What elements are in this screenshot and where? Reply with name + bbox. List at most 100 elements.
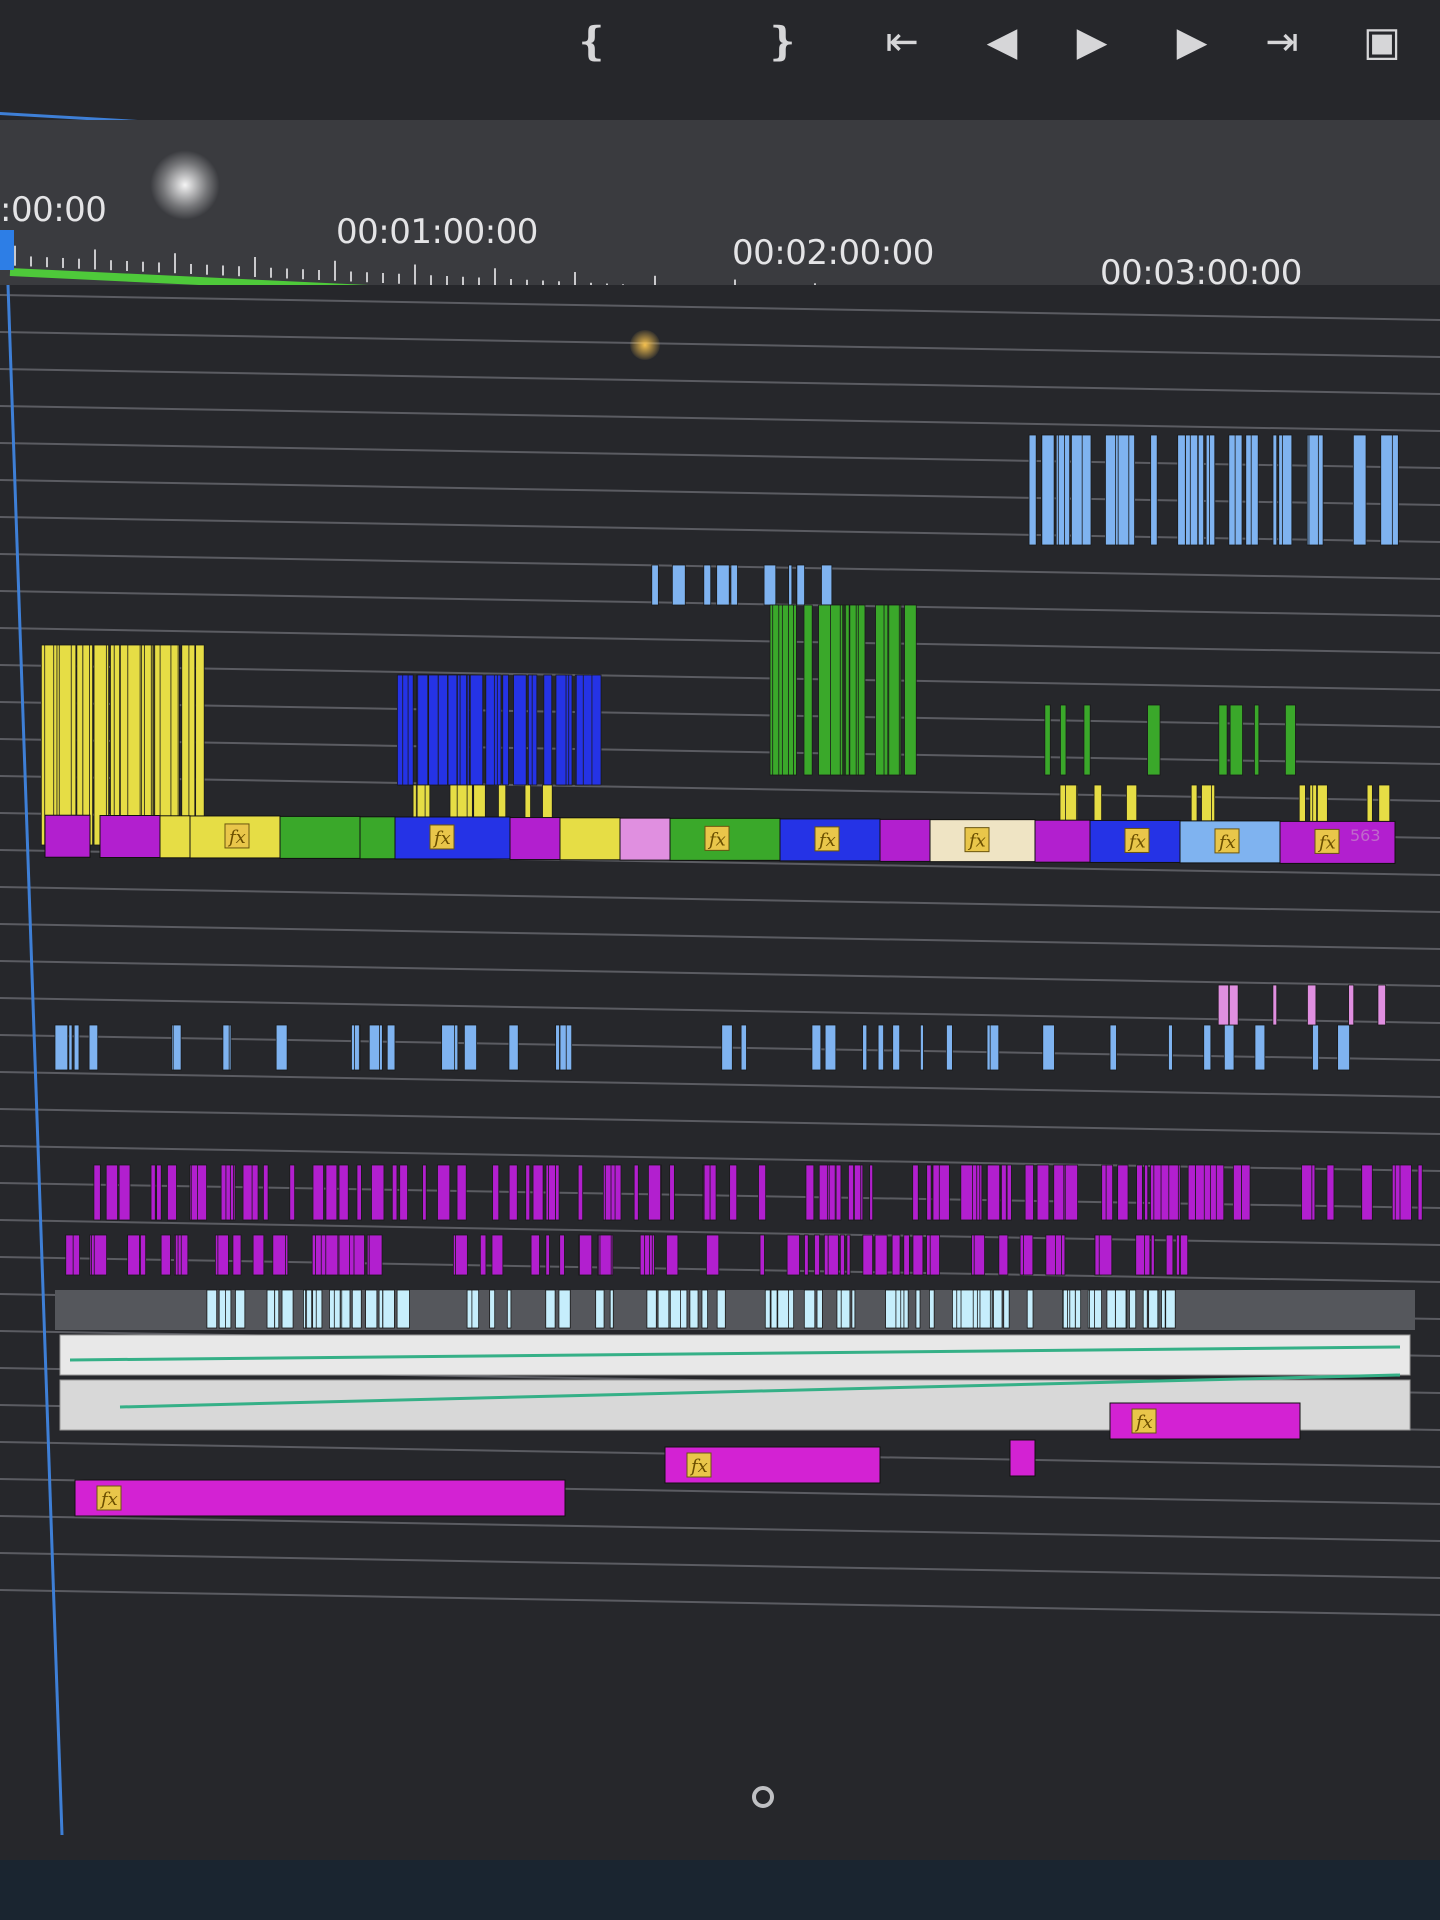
video-clip[interactable] [772,604,780,776]
overlay-clip[interactable] [1019,1234,1024,1276]
text-clip[interactable] [489,1289,496,1329]
text-clip[interactable] [281,1289,294,1329]
overlay-clip[interactable] [54,1024,69,1071]
overlay-clip[interactable] [811,1024,822,1071]
text-clip[interactable] [235,1289,246,1329]
play-button[interactable]: ▶ [1060,10,1124,74]
text-clip[interactable] [803,1289,816,1329]
video-clip[interactable] [159,644,172,846]
overlay-clip[interactable] [312,1164,324,1221]
overlay-clip[interactable] [1144,1164,1149,1221]
overlay-clip[interactable] [846,1234,851,1276]
video-clip[interactable] [1083,704,1091,776]
overlay-clip[interactable] [275,1024,288,1071]
overlay-clip[interactable] [828,1164,836,1221]
overlay-clip[interactable] [251,1164,259,1221]
overlay-clip[interactable] [758,1164,767,1221]
overlay-clip[interactable] [532,1164,544,1221]
video-clip[interactable] [469,674,484,786]
video-clip[interactable] [888,604,900,776]
overlay-clip[interactable] [805,1164,815,1221]
text-clip[interactable] [466,1289,473,1329]
overlay-clip[interactable] [703,1164,711,1221]
text-clip[interactable] [306,1289,313,1329]
video-clip[interactable] [485,674,495,786]
overlay-clip[interactable] [156,1164,162,1221]
go-to-in-button[interactable]: ⇤ [870,10,934,74]
text-clip[interactable] [1148,1289,1159,1329]
overlay-clip[interactable] [491,1234,504,1276]
overlay-clip[interactable] [229,1164,234,1221]
overlay-clip[interactable] [929,1234,940,1276]
overlay-clip[interactable] [172,1024,182,1071]
video-clip[interactable] [1209,434,1216,546]
overlay-clip[interactable] [93,1164,101,1221]
overlay-clip[interactable] [1203,1024,1212,1071]
overlay-clip[interactable] [1228,984,1239,1026]
video-clip[interactable] [796,564,805,606]
overlay-clip[interactable] [912,1234,924,1276]
overlay-clip[interactable] [1394,1164,1401,1221]
video-clip[interactable] [1190,784,1198,826]
text-clip[interactable] [1074,1289,1082,1329]
overlay-clip[interactable] [814,1234,820,1276]
overlay-clip[interactable] [986,1024,991,1071]
overlay-clip[interactable] [853,1164,862,1221]
time-ruler[interactable]: :00:00 00:01:00:00 00:02:00:00 00:03:00:… [0,120,1440,310]
overlay-clip[interactable] [127,1234,140,1276]
video-clip[interactable] [845,604,850,776]
overlay-clip[interactable] [706,1234,720,1276]
overlay-clip[interactable] [1153,1164,1162,1221]
video-clip[interactable] [1041,434,1055,546]
overlay-clip[interactable] [530,1234,540,1276]
overlay-clip[interactable] [1301,1164,1313,1221]
video-clip[interactable] [716,564,730,606]
video-clip[interactable] [543,674,553,786]
video-clip[interactable] [1150,434,1158,546]
video-clip[interactable] [703,564,712,606]
text-clip[interactable] [206,1289,218,1329]
video-clip[interactable] [1254,704,1260,776]
text-clip[interactable] [915,1289,921,1329]
text-clip[interactable] [1069,1289,1076,1329]
text-clip[interactable] [1089,1289,1095,1329]
overlay-clip[interactable] [252,1234,265,1276]
overlay-clip[interactable] [68,1024,73,1071]
video-clip[interactable] [502,674,509,786]
overlay-clip[interactable] [545,1234,550,1276]
overlay-clip[interactable] [1168,1024,1173,1071]
overlay-clip[interactable] [368,1234,383,1276]
text-clip[interactable] [558,1289,571,1329]
text-clip[interactable] [657,1289,670,1329]
video-clip[interactable] [1366,784,1373,826]
overlay-clip[interactable] [356,1164,362,1221]
overlay-clip[interactable] [399,1164,408,1221]
overlay-clip[interactable] [220,1164,227,1221]
video-clip[interactable] [459,674,467,786]
overlay-clip[interactable] [1348,984,1355,1026]
overlay-clip[interactable] [874,1234,888,1276]
text-clip[interactable] [669,1289,681,1329]
overlay-clip[interactable] [190,1164,198,1221]
overlay-clip[interactable] [72,1234,80,1276]
overlay-clip[interactable] [1109,1024,1117,1071]
v1-clip[interactable] [1034,819,1091,863]
video-clip[interactable] [793,604,797,776]
overlay-clip[interactable] [919,1024,924,1071]
video-clip[interactable] [513,674,527,786]
overlay-clip[interactable] [1036,1164,1050,1221]
video-clip[interactable] [1284,704,1296,776]
text-clip[interactable] [689,1289,699,1329]
text-clip[interactable] [993,1289,1003,1329]
text-clip[interactable] [341,1289,351,1329]
video-clip[interactable] [730,564,738,606]
text-clip[interactable] [1106,1289,1116,1329]
overlay-clip[interactable] [1254,1024,1266,1071]
text-clip[interactable] [764,1289,771,1329]
overlay-clip[interactable] [862,1234,874,1276]
text-clip[interactable] [1114,1289,1127,1329]
text-clip[interactable] [1062,1289,1068,1329]
text-clip[interactable] [378,1289,384,1329]
text-clip[interactable] [329,1289,335,1329]
overlay-clip[interactable] [869,1164,874,1221]
